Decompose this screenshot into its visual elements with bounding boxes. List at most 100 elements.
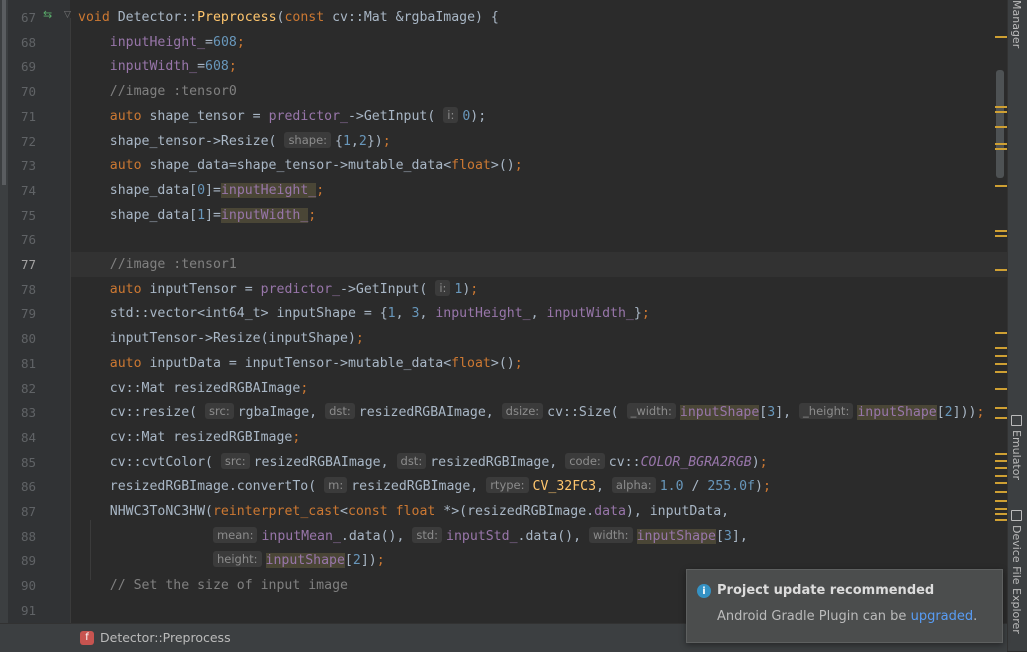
stripe-marker[interactable]	[995, 371, 1007, 373]
fold-icon[interactable]: ▽	[64, 10, 71, 20]
code-line[interactable]: mean: inputMean_.data(), std: inputStd_.da…	[78, 525, 748, 550]
upgrade-link[interactable]: upgraded	[911, 609, 974, 624]
code-line[interactable]: inputWidth_=608;	[78, 55, 237, 80]
stripe-marker[interactable]	[995, 388, 1007, 390]
stripe-marker[interactable]	[995, 269, 1007, 271]
code-token: /	[683, 479, 708, 495]
code-token: ;	[300, 380, 309, 396]
stripe-marker[interactable]	[995, 36, 1007, 38]
override-arrows-icon[interactable]: ⇆	[43, 8, 52, 21]
stripe-marker[interactable]	[995, 407, 1007, 409]
code-line[interactable]: // Set the size of input image	[78, 574, 348, 599]
code-token: data	[594, 504, 626, 519]
stripe-marker[interactable]	[995, 355, 1007, 357]
code-token: predictor_	[260, 281, 341, 297]
stripe-marker[interactable]	[995, 475, 1007, 477]
code-token: auto	[78, 108, 150, 124]
tab-emulator[interactable]: Emulator	[1010, 415, 1023, 480]
tab-device-file-explorer[interactable]: Device File Explorer	[1010, 510, 1023, 634]
code-token: ,	[350, 133, 359, 149]
vertical-scrollbar[interactable]	[996, 70, 1004, 178]
code-token: cv::Mat &rgbaImage) {	[332, 10, 499, 25]
breadcrumb[interactable]: f Detector::Preprocess	[80, 630, 231, 645]
stripe-marker[interactable]	[995, 500, 1007, 502]
code-line[interactable]: inputTensor->Resize(inputShape);	[78, 327, 364, 352]
stripe-marker[interactable]	[995, 363, 1007, 365]
code-token: // Set the size of input image	[78, 578, 348, 594]
stripe-marker[interactable]	[995, 235, 1007, 237]
code-token: 2	[358, 133, 367, 149]
line-number: 86	[20, 479, 36, 495]
code-line[interactable]: cv::cvtColor( src: resizedRGBAImage, dst:…	[78, 451, 768, 476]
code-token: shape_data[	[78, 182, 198, 198]
code-token: ;	[514, 355, 523, 371]
line-number: 90	[20, 578, 36, 594]
stripe-marker[interactable]	[995, 460, 1007, 462]
code-token: ;	[292, 429, 301, 445]
tab-manager-label: Manager	[1010, 0, 1023, 49]
code-token: ;	[308, 207, 317, 223]
code-line[interactable]: resizedRGBImage.convertTo( m: resizedRGBI…	[78, 475, 771, 500]
line-number: 88	[20, 528, 36, 544]
stripe-marker[interactable]	[995, 332, 1007, 334]
stripe-marker[interactable]	[995, 467, 1007, 469]
code-token: 1	[387, 306, 396, 322]
stripe-marker[interactable]	[995, 417, 1007, 419]
code-token: =	[197, 59, 206, 75]
notification-body-suffix: .	[973, 609, 978, 624]
code-line[interactable]: inputHeight_=608;	[78, 31, 245, 56]
code-token: inputHeight_	[78, 34, 206, 50]
code-token: ,	[395, 306, 412, 322]
code-line[interactable]: cv::resize( src: rgbaImage, dst: resizedRG…	[78, 401, 984, 426]
code-token: ;	[355, 331, 364, 347]
code-token: [	[344, 553, 353, 569]
code-editor[interactable]: ⇆ ▽ 67 void Detector::Preprocess(const cv…	[0, 0, 1007, 623]
stripe-marker[interactable]	[995, 106, 1007, 108]
parameter-hint: _width:	[626, 403, 676, 420]
code-line[interactable]: shape_data[1]=inputWidth_;	[78, 204, 316, 229]
stripe-marker[interactable]	[995, 508, 1007, 510]
stripe-marker[interactable]	[995, 491, 1007, 493]
code-line[interactable]: auto shape_tensor = predictor_->GetInput…	[78, 105, 494, 130]
parameter-hint: dst:	[396, 452, 427, 469]
stripe-marker[interactable]	[995, 126, 1007, 128]
stripe-marker[interactable]	[995, 143, 1007, 145]
stripe-marker[interactable]	[995, 347, 1007, 349]
stripe-marker[interactable]	[995, 513, 1007, 515]
code-line[interactable]: cv::Mat resizedRGBImage;	[78, 426, 301, 451]
code-token: inputShape	[636, 528, 716, 544]
code-token: ;	[236, 34, 245, 50]
code-token: float	[451, 158, 491, 174]
code-token: inputShape	[265, 553, 345, 569]
code-line[interactable]: void Detector::Preprocess(const cv::Mat …	[78, 6, 499, 31]
stripe-marker[interactable]	[995, 519, 1007, 521]
code-token: rgbaImage,	[237, 405, 326, 421]
code-line[interactable]: auto inputTensor = predictor_->GetInput(…	[78, 278, 478, 303]
tab-manager[interactable]: Manager	[1010, 0, 1023, 48]
stripe-marker[interactable]	[995, 148, 1007, 150]
code-token: ])	[360, 553, 377, 569]
stripe-marker[interactable]	[995, 230, 1007, 232]
code-token: ],	[731, 528, 748, 544]
code-line[interactable]: auto inputData = inputTensor->mutable_da…	[78, 352, 523, 377]
code-line[interactable]: std::vector<int64_t> inputShape = {1, 3,…	[78, 302, 650, 327]
code-token: ;	[976, 405, 985, 421]
code-line[interactable]: //image :tensor1	[78, 253, 237, 278]
code-line[interactable]: shape_tensor->Resize( shape: {1,2});	[78, 130, 391, 155]
code-token: //image :tensor0	[78, 84, 237, 100]
project-update-notification[interactable]: i Project update recommended Android Gra…	[686, 569, 1003, 643]
code-token: 608	[205, 59, 229, 75]
code-line[interactable]: cv::Mat resizedRGBAImage;	[78, 377, 309, 402]
code-token: inputTensor->Resize(inputShape)	[78, 331, 356, 347]
stripe-marker[interactable]	[995, 111, 1007, 113]
code-line[interactable]: //image :tensor0	[78, 80, 237, 105]
code-token: inputHeight_	[435, 306, 531, 322]
code-line[interactable]: NHWC3ToNC3HW(reinterpret_cast<const floa…	[78, 500, 729, 525]
stripe-marker[interactable]	[995, 185, 1007, 187]
code-line[interactable]: height: inputShape[2]);	[78, 549, 385, 574]
stripe-marker[interactable]	[995, 453, 1007, 455]
left-scroll-thumb[interactable]	[2, 0, 6, 185]
code-line[interactable]: shape_data[0]=inputHeight_;	[78, 179, 324, 204]
code-line[interactable]: auto shape_data=shape_tensor->mutable_da…	[78, 154, 523, 179]
stripe-marker[interactable]	[995, 482, 1007, 484]
